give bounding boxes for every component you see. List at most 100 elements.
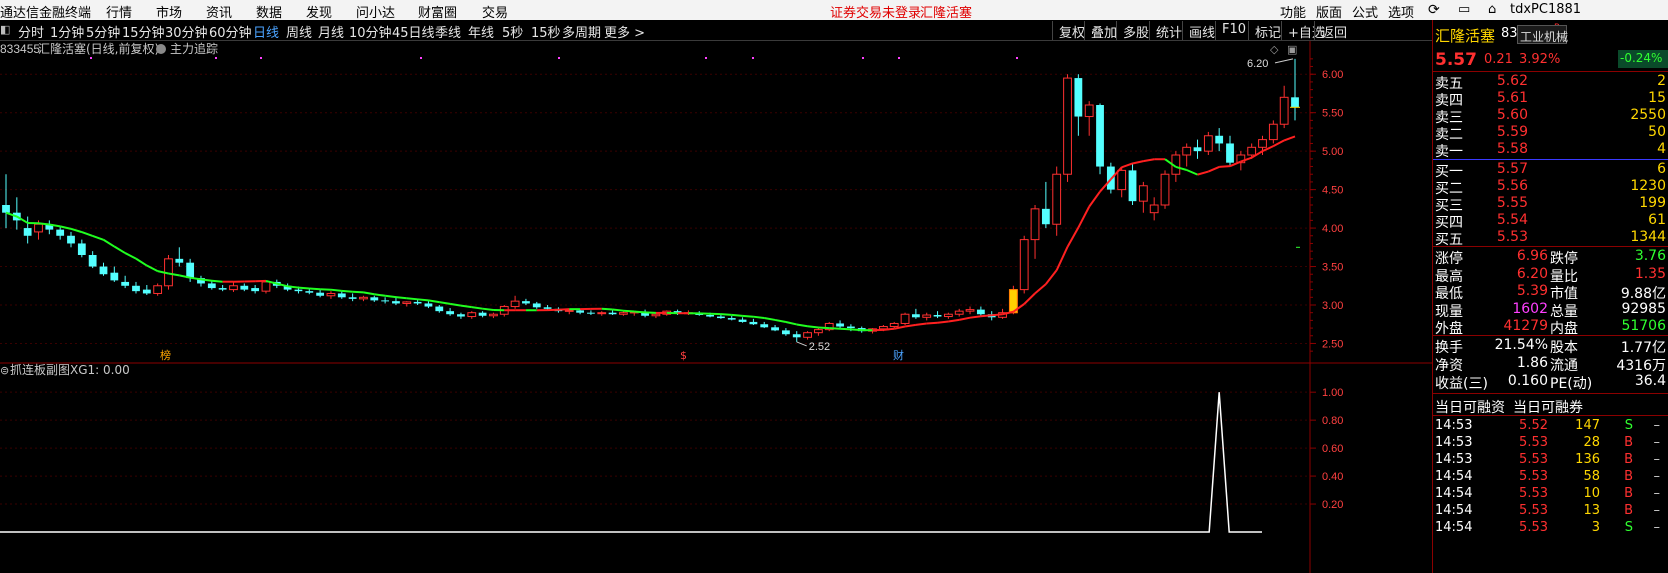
period-tab-5m[interactable]: 5分钟 (86, 22, 120, 41)
sector-change: -0.24% (1618, 50, 1668, 68)
menu-quotes[interactable]: 行情 (106, 2, 132, 21)
menu-discover[interactable]: 发现 (306, 2, 332, 21)
menu-news[interactable]: 资讯 (206, 2, 232, 21)
tick-side: B (1624, 486, 1633, 501)
candle-body (619, 312, 628, 315)
period-tab-monthly[interactable]: 月线 (318, 22, 344, 41)
period-tab-year[interactable]: 年线 (468, 22, 494, 41)
period-tab-weekly[interactable]: 周线 (286, 22, 312, 41)
panel-icon[interactable]: ▣ (1287, 43, 1297, 56)
low-annotation: 2.52 (809, 341, 830, 353)
signal-dot (752, 57, 754, 59)
ma-line-segment (417, 298, 429, 302)
candle-body (186, 262, 195, 279)
candle-body (261, 281, 271, 292)
sub-y-tick-label: 0.20 (1322, 499, 1343, 511)
fund-label: 净资 (1435, 358, 1463, 374)
candle (900, 312, 910, 325)
period-tab-5s[interactable]: 5秒 (502, 22, 523, 41)
period-tab-15m[interactable]: 15分钟 (122, 22, 165, 41)
menu-data[interactable]: 数据 (256, 2, 282, 21)
ma-line-segment (623, 309, 635, 313)
period-tab-45d[interactable]: 45日线 (392, 22, 435, 41)
candle-body (370, 297, 379, 301)
tool-back-button[interactable]: 返回 (1314, 21, 1353, 41)
candle-body (1030, 208, 1040, 241)
event-marker: 榜 (160, 348, 171, 362)
candle-body (381, 300, 390, 302)
fund-label: 股本 (1550, 340, 1578, 356)
menu-function[interactable]: 功能 (1280, 2, 1306, 21)
bid-price: 5.54 (1496, 212, 1528, 228)
last-price: 5.57 (1435, 50, 1477, 70)
industry-tag[interactable]: 工业机械 (1517, 25, 1568, 44)
diamond-icon[interactable]: ◇ (1270, 43, 1279, 56)
period-tab-tick[interactable]: 分时 (18, 22, 44, 41)
margin-finance-label[interactable]: 当日可融资 (1435, 397, 1505, 417)
ma-line-segment (753, 315, 765, 319)
candle-body (1291, 97, 1299, 108)
sub-y-tick-label: 0.40 (1322, 471, 1343, 483)
sub-indicator-name: 抓连板副图 (10, 362, 70, 377)
candle-body (1084, 104, 1094, 118)
candle-body (1193, 147, 1202, 152)
period-tab-15s[interactable]: 15秒 (531, 22, 561, 41)
period-tab-1m[interactable]: 1分钟 (50, 22, 84, 41)
signal-dot (1016, 57, 1018, 59)
tick-time: 14:54 (1435, 520, 1473, 535)
candle (824, 321, 834, 332)
ma-line-segment (406, 297, 418, 301)
period-tab-quarter[interactable]: 季线 (435, 22, 461, 41)
period-tab-more[interactable]: 更多 > (604, 22, 645, 41)
menu-layout[interactable]: 版面 (1316, 2, 1342, 21)
period-tab-multi[interactable]: 多周期 (562, 22, 601, 41)
candle-body (77, 243, 86, 255)
tool-f10-button[interactable]: F10 (1215, 21, 1252, 40)
candle-body (878, 326, 888, 330)
menu-trade[interactable]: 交易 (482, 2, 508, 21)
chart-indicator-name[interactable]: 主力追踪 (170, 41, 218, 56)
menu-options[interactable]: 选项 (1388, 2, 1414, 21)
menu-formula[interactable]: 公式 (1352, 2, 1378, 21)
bid-price: 5.56 (1496, 178, 1528, 194)
ma-line-segment (807, 325, 819, 329)
indicator-toggle-icon[interactable] (156, 44, 166, 54)
sub-toggle-icon[interactable]: ⊜ (0, 364, 9, 377)
candle-body (34, 223, 43, 233)
ask-label: 卖一 (1435, 144, 1463, 160)
period-tab-60m[interactable]: 60分钟 (209, 22, 252, 41)
price-change-pct: 3.92% (1519, 52, 1561, 67)
period-tab-daily[interactable]: 日线 (253, 22, 279, 41)
bid-price: 5.53 (1496, 229, 1528, 245)
ma-line-segment (645, 311, 656, 314)
candle-body (1268, 123, 1278, 141)
tick-side: B (1624, 503, 1633, 518)
lock-icon[interactable]: ⌂ (1488, 2, 1496, 17)
candle-body (478, 312, 487, 316)
screen-icon[interactable]: ▭ (1458, 2, 1470, 17)
bid-volume: 199 (1639, 195, 1666, 211)
period-tab-10m[interactable]: 10分钟 (349, 22, 392, 41)
ask-price: 5.60 (1496, 107, 1528, 123)
fund-label: 换手 (1435, 340, 1463, 356)
toggle-icon[interactable]: ◧ (0, 23, 10, 36)
candle-body (1226, 143, 1234, 163)
kline-chart-area[interactable]: 6.00 5.50 5.00 4.50 4.00 3.50 3.00 2.50 6.20 2.52… (0, 41, 1432, 573)
y-tick-label: 3.00 (1322, 300, 1343, 312)
ma-line-segment (200, 278, 212, 282)
menu-wealth[interactable]: 财富圈 (418, 2, 457, 21)
period-tab-30m[interactable]: 30分钟 (165, 22, 208, 41)
candle-body (543, 307, 552, 309)
tick-price: 5.52 (1519, 418, 1548, 433)
tick-side: B (1624, 435, 1633, 450)
menu-ask[interactable]: 问小达 (356, 2, 395, 21)
refresh-icon[interactable]: ⟳ (1428, 2, 1440, 18)
tick-side: S (1624, 520, 1633, 535)
candle-body (56, 229, 65, 236)
high-annotation: 6.20 (1247, 58, 1268, 70)
menu-market[interactable]: 市场 (156, 2, 182, 21)
candle-body (1063, 77, 1072, 175)
margin-lending-label[interactable]: 当日可融券 (1513, 397, 1583, 417)
login-notice[interactable]: 证券交易未登录 (830, 2, 921, 21)
ma-line-segment (330, 288, 342, 292)
